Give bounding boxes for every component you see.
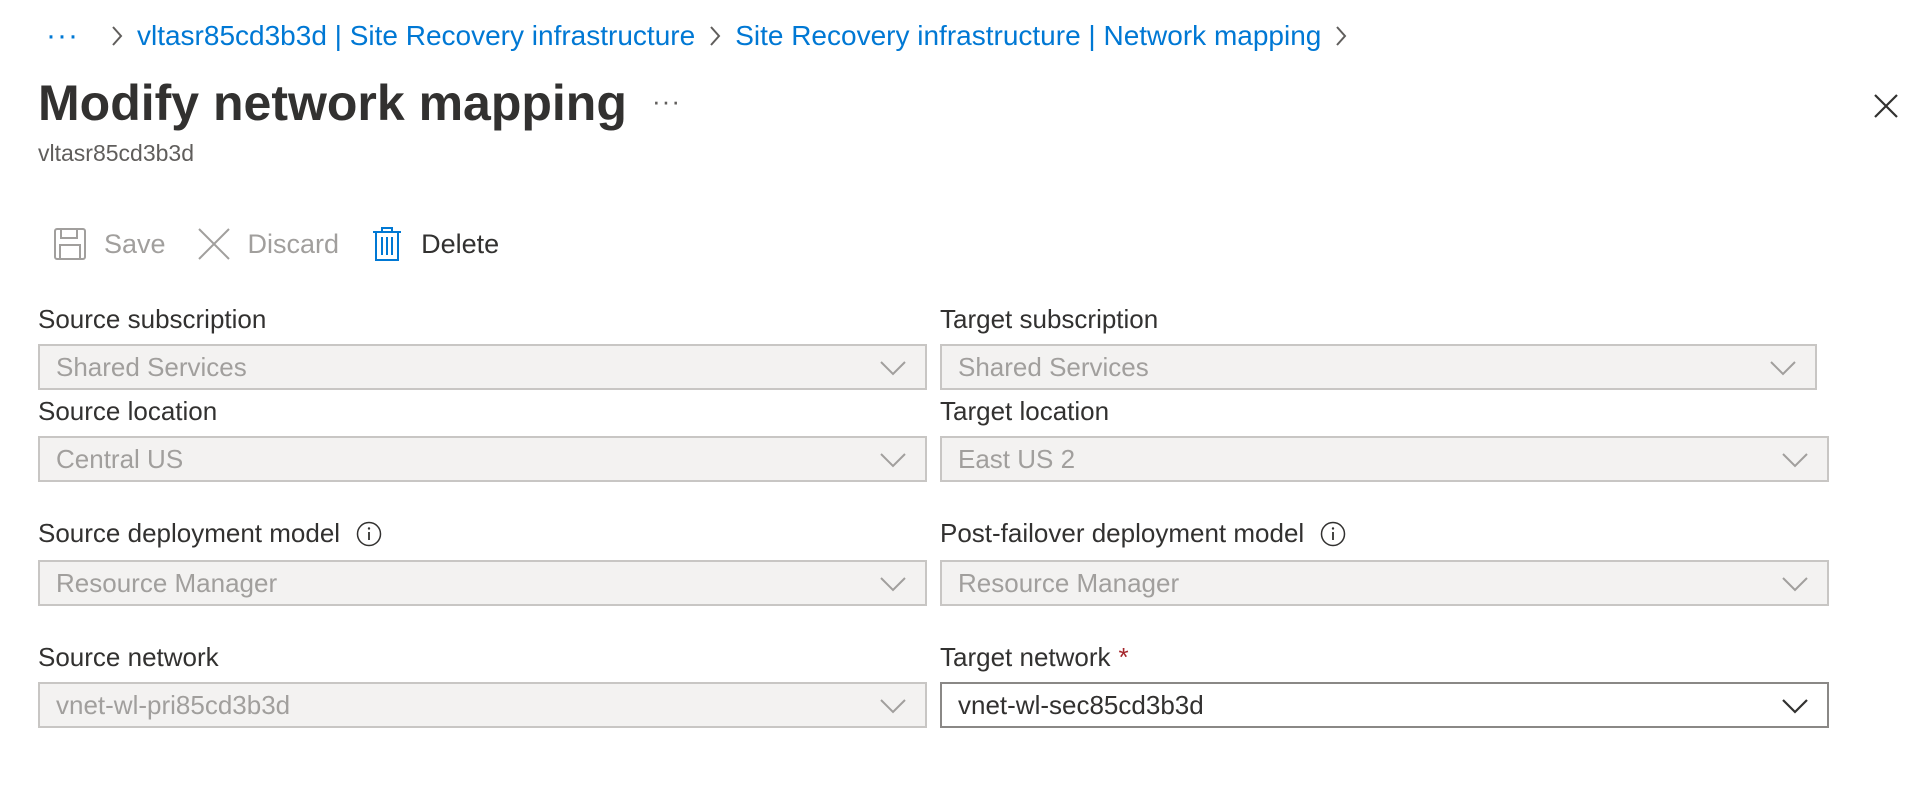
breadcrumb-link-network-mapping[interactable]: Site Recovery infrastructure | Network m… — [735, 20, 1321, 52]
target-subscription-value: Shared Services — [958, 351, 1149, 382]
save-label: Save — [104, 228, 166, 259]
source-deployment-model-label-text: Source deployment model — [38, 518, 341, 548]
page-title: Modify network mapping — [38, 75, 627, 131]
source-network-label: Source network — [38, 642, 219, 672]
chevron-down-icon — [880, 699, 906, 714]
target-network-dropdown[interactable]: vnet-wl-sec85cd3b3d — [940, 682, 1829, 728]
breadcrumb-link-site-recovery-infrastructure[interactable]: vltasr85cd3b3d | Site Recovery infrastru… — [137, 20, 695, 52]
trash-icon — [369, 226, 405, 262]
close-icon — [196, 226, 232, 262]
target-location-dropdown: East US 2 — [940, 436, 1829, 482]
source-location-value: Central US — [56, 443, 184, 474]
discard-button[interactable]: Discard — [196, 226, 340, 262]
source-network-dropdown: vnet-wl-pri85cd3b3d — [38, 682, 927, 728]
save-button[interactable]: Save — [52, 226, 166, 262]
source-deployment-model-label: Source deployment model — [38, 518, 382, 549]
target-location-value: East US 2 — [958, 443, 1076, 474]
info-icon[interactable] — [1320, 521, 1346, 547]
chevron-down-icon — [1782, 699, 1808, 714]
target-location-label: Target location — [940, 396, 1110, 426]
target-subscription-label: Target subscription — [940, 304, 1159, 334]
breadcrumb-ellipsis[interactable]: ··· — [46, 19, 79, 53]
chevron-right-icon — [105, 24, 129, 48]
target-subscription-dropdown: Shared Services — [940, 344, 1817, 390]
source-subscription-label: Source subscription — [38, 304, 267, 334]
command-bar: Save Discard Delete — [52, 220, 529, 268]
save-icon — [52, 226, 88, 262]
discard-label: Discard — [247, 228, 340, 259]
source-deployment-model-dropdown: Resource Manager — [38, 560, 927, 606]
post-failover-deployment-model-label-text: Post-failover deployment model — [940, 518, 1305, 548]
close-icon — [1874, 94, 1898, 118]
post-failover-deployment-model-label: Post-failover deployment model — [940, 518, 1346, 549]
chevron-down-icon — [1782, 577, 1808, 592]
chevron-right-icon — [1329, 24, 1353, 48]
target-network-label: Target network * — [940, 642, 1129, 673]
page-subtitle: vltasr85cd3b3d — [38, 140, 194, 166]
breadcrumb: ··· vltasr85cd3b3d | Site Recovery infra… — [46, 16, 1361, 56]
source-location-label: Source location — [38, 396, 218, 426]
chevron-down-icon — [880, 577, 906, 592]
source-network-value: vnet-wl-pri85cd3b3d — [56, 689, 291, 720]
source-deployment-model-value: Resource Manager — [56, 567, 278, 598]
chevron-down-icon — [880, 453, 906, 468]
source-subscription-value: Shared Services — [56, 351, 247, 382]
source-location-dropdown: Central US — [38, 436, 927, 482]
chevron-down-icon — [880, 361, 906, 376]
source-subscription-dropdown: Shared Services — [38, 344, 927, 390]
chevron-down-icon — [1770, 361, 1796, 376]
delete-button[interactable]: Delete — [369, 226, 499, 262]
chevron-down-icon — [1782, 453, 1808, 468]
chevron-right-icon — [703, 24, 727, 48]
target-network-value: vnet-wl-sec85cd3b3d — [958, 689, 1204, 720]
target-network-label-text: Target network — [940, 642, 1111, 672]
post-failover-deployment-model-dropdown: Resource Manager — [940, 560, 1829, 606]
delete-label: Delete — [421, 228, 500, 259]
info-icon[interactable] — [356, 521, 382, 547]
post-failover-deployment-model-value: Resource Manager — [958, 567, 1180, 598]
close-button[interactable] — [1866, 86, 1906, 126]
required-indicator: * — [1118, 642, 1129, 672]
more-options-button[interactable]: ··· — [652, 86, 681, 117]
